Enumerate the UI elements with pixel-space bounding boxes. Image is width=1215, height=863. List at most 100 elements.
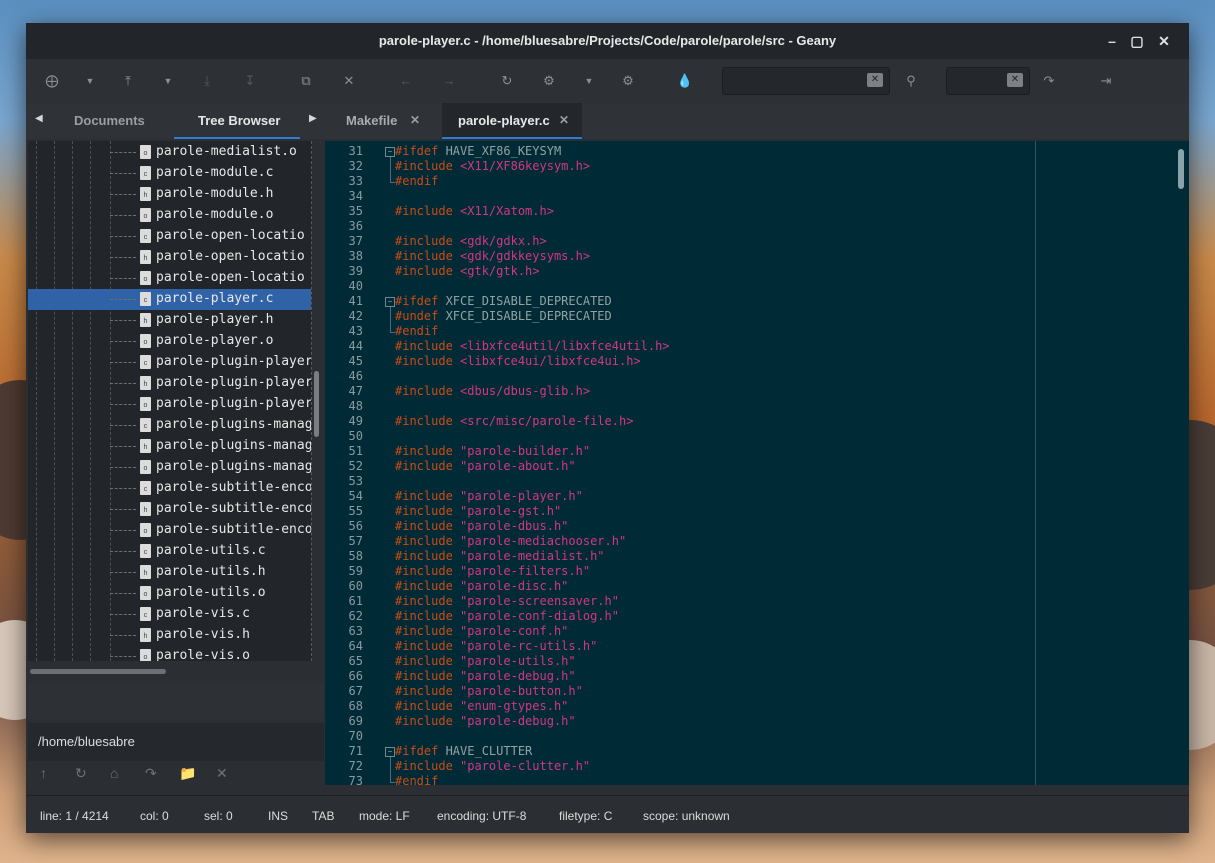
minimize-icon[interactable]: – [1103, 32, 1121, 50]
new-file-icon[interactable]: ⨁ [42, 71, 62, 91]
clear-search-icon[interactable]: ✕ [867, 73, 883, 87]
compile-icon[interactable]: ⚙ [539, 71, 559, 91]
search-icon[interactable]: ⚲ [901, 71, 921, 91]
tree-file-item[interactable]: h parole-vis.h [28, 625, 311, 646]
include-path: "parole-debug.h" [452, 669, 576, 683]
tree-file-item[interactable]: h parole-player.h [28, 310, 311, 331]
file-icon: h [140, 187, 151, 201]
tab-makefile[interactable]: Makefile ✕ [330, 103, 432, 139]
tree-file-item[interactable]: o parole-player.o [28, 331, 311, 352]
code-line: #include <gdk/gdkkeysyms.h> [395, 249, 590, 263]
code-line: #include "parole-builder.h" [395, 444, 590, 458]
build-icon[interactable]: ⚙ [618, 71, 638, 91]
tree-file-item[interactable]: h parole-module.h [28, 184, 311, 205]
path-entry[interactable]: /home/bluesabre [28, 723, 324, 761]
tree-file-item[interactable]: c parole-plugin-player [28, 352, 311, 373]
preprocessor-directive: #ifdef [395, 744, 439, 758]
tree-file-item[interactable]: c parole-open-locatio [28, 226, 311, 247]
close-icon[interactable]: ✕ [1155, 32, 1173, 50]
tab-documents[interactable]: Documents [74, 113, 145, 128]
folder-icon[interactable]: 📁 [179, 765, 196, 782]
tab-parole-player[interactable]: parole-player.c ✕ [442, 103, 582, 139]
file-icon: h [140, 565, 151, 579]
file-icon: o [140, 460, 151, 474]
clear-goto-icon[interactable]: ✕ [1007, 73, 1023, 87]
set-path-icon[interactable]: ↷ [145, 765, 157, 782]
go-up-icon[interactable]: ↑ [40, 765, 47, 781]
dropdown-arrow-icon[interactable]: ▼ [579, 71, 599, 91]
jump-to-line-icon[interactable]: ↷ [1039, 71, 1059, 91]
save-icon[interactable]: ⤓ [197, 71, 217, 91]
color-picker-icon[interactable]: 💧 [675, 71, 695, 91]
fold-marker[interactable]: − [385, 297, 395, 307]
code-view[interactable]: 31 32 33 34 35 36 37 38 39 40 41 42 43 44 45 46 47 48 49 50… [325, 141, 1189, 785]
tree-file-name: parole-open-locatio [156, 249, 305, 264]
tree-file-name: parole-plugins-manag [156, 438, 312, 453]
tree-vertical-scrollbar[interactable] [314, 371, 319, 437]
fold-marker[interactable]: − [385, 747, 395, 757]
tree-file-item[interactable]: h parole-subtitle-enco [28, 499, 311, 520]
tree-file-item[interactable]: c parole-vis.c [28, 604, 311, 625]
code-line: #ifdef HAVE_XF86_KEYSYM [395, 144, 561, 158]
tab-tree-browser[interactable]: Tree Browser [198, 113, 280, 128]
code-vertical-scrollbar[interactable] [1178, 149, 1184, 189]
tab-scroll-left-icon[interactable]: ◀ [35, 113, 43, 124]
tree-file-item[interactable]: o parole-plugins-manag [28, 457, 311, 478]
tree-file-item[interactable]: h parole-open-locatio [28, 247, 311, 268]
code-line: #include "parole-player.h" [395, 489, 583, 503]
revert-icon[interactable]: ⧉ [296, 71, 316, 91]
line-number: 31 [348, 144, 363, 158]
code-line: #include "parole-about.h" [395, 459, 576, 473]
tree-file-item[interactable]: c parole-plugins-manag [28, 415, 311, 436]
back-icon[interactable]: ← [396, 71, 416, 91]
title-bar[interactable]: parole-player.c - /home/bluesabre/Projec… [26, 23, 1189, 59]
status-bar: line: 1 / 4214 col: 0 sel: 0 INS TAB mod… [26, 795, 1189, 833]
tree-connector [110, 572, 136, 573]
tree-file-item[interactable]: c parole-utils.c [28, 541, 311, 562]
tree-file-item[interactable]: o parole-medialist.o [28, 142, 311, 163]
dropdown-arrow-icon[interactable]: ▼ [158, 71, 178, 91]
forward-icon[interactable]: → [439, 71, 459, 91]
tree-file-item[interactable]: h parole-plugins-manag [28, 436, 311, 457]
tree-file-item[interactable]: h parole-utils.h [28, 562, 311, 583]
goto-line-field[interactable]: ✕ [946, 67, 1030, 95]
file-tree[interactable]: o parole-medialist.o c parole-module.c h paro… [28, 141, 312, 661]
clear-icon[interactable]: ✕ [216, 765, 228, 782]
tree-file-item[interactable]: o parole-utils.o [28, 583, 311, 604]
search-field[interactable]: ✕ [722, 67, 890, 95]
tree-file-item[interactable]: o parole-module.o [28, 205, 311, 226]
preprocessor-directive: #include [395, 249, 453, 263]
close-file-icon[interactable]: ✕ [339, 71, 359, 91]
tree-file-item[interactable]: c parole-module.c [28, 163, 311, 184]
tree-file-item[interactable]: o parole-subtitle-enco [28, 520, 311, 541]
line-number: 51 [348, 444, 363, 458]
quit-icon[interactable]: ⇥ [1096, 71, 1116, 91]
tree-connector [110, 194, 136, 195]
fold-marker[interactable]: − [385, 147, 395, 157]
tree-file-item[interactable]: c parole-subtitle-enco [28, 478, 311, 499]
open-file-icon[interactable]: ⤒ [118, 71, 138, 91]
editor-area: Makefile ✕ parole-player.c ✕ 31 32 33 34 35 3… [325, 103, 1189, 795]
close-tab-icon[interactable]: ✕ [410, 113, 420, 127]
tree-horizontal-scrollbar[interactable] [30, 669, 166, 674]
line-number: 53 [348, 474, 363, 488]
macro-name: HAVE_XF86_KEYSYM [438, 144, 562, 158]
tree-file-item[interactable]: c parole-player.c [28, 289, 311, 310]
save-all-icon[interactable]: ↧ [240, 71, 260, 91]
tree-file-item[interactable]: h parole-plugin-player [28, 373, 311, 394]
refresh-icon[interactable]: ↻ [75, 765, 87, 782]
tab-scroll-right-icon[interactable]: ▶ [309, 113, 317, 124]
dropdown-arrow-icon[interactable]: ▼ [80, 71, 100, 91]
reload-icon[interactable]: ↻ [497, 71, 517, 91]
include-path: <gdk/gdkkeysyms.h> [452, 249, 591, 263]
status-scope: scope: unknown [643, 809, 730, 823]
tree-file-item[interactable]: o parole-plugin-player [28, 394, 311, 415]
tree-file-item[interactable]: o parole-open-locatio [28, 268, 311, 289]
code-line: #include "parole-debug.h" [395, 714, 576, 728]
tree-file-name: parole-module.o [156, 207, 274, 222]
maximize-icon[interactable]: ▢ [1128, 32, 1146, 50]
preprocessor-directive: #include [395, 384, 453, 398]
home-icon[interactable]: ⌂ [110, 765, 118, 781]
close-tab-icon[interactable]: ✕ [559, 113, 569, 127]
tree-file-item[interactable]: o parole-vis.o [28, 646, 311, 661]
